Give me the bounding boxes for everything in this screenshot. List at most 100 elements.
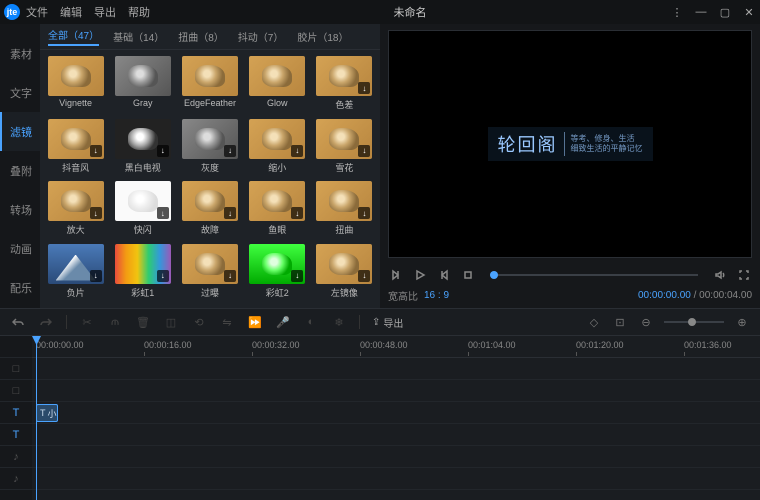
track-head-4[interactable]: ♪: [0, 446, 32, 468]
download-icon[interactable]: ↓: [90, 145, 102, 157]
close-button[interactable]: ✕: [742, 6, 756, 19]
track-head-1[interactable]: □: [0, 380, 32, 402]
libtab-扭曲[interactable]: 扭曲（8）: [178, 29, 224, 44]
track-head-2[interactable]: T: [0, 402, 32, 424]
download-icon[interactable]: ↓: [90, 270, 102, 282]
filter-放大[interactable]: ↓放大: [44, 181, 107, 240]
sidebar-tab-2[interactable]: 滤镜: [0, 112, 40, 151]
preview-screen[interactable]: 轮回阁 等考、修身、生活 细致生活的平静记忆: [388, 30, 752, 258]
download-icon[interactable]: ↓: [358, 82, 370, 94]
menu-帮助[interactable]: 帮助: [128, 4, 150, 20]
download-icon[interactable]: ↓: [224, 207, 236, 219]
download-icon[interactable]: ↓: [157, 145, 169, 157]
filter-Vignette[interactable]: Vignette: [44, 56, 107, 115]
zoom-slider[interactable]: [664, 321, 724, 323]
undo-button[interactable]: [10, 314, 26, 330]
track-5[interactable]: [32, 468, 760, 490]
filter-鱼眼[interactable]: ↓鱼眼: [246, 181, 309, 240]
delete-button[interactable]: 🗑: [135, 314, 151, 330]
track-3[interactable]: [32, 424, 760, 446]
filter-色差[interactable]: ↓色差: [313, 56, 376, 115]
menu-导出[interactable]: 导出: [94, 4, 116, 20]
download-icon[interactable]: ↓: [157, 207, 169, 219]
sidebar-tab-5[interactable]: 动画: [0, 230, 40, 269]
playback-slider[interactable]: [490, 274, 698, 276]
filter-黑白电视[interactable]: ↓黑白电视: [111, 119, 174, 178]
track-4[interactable]: [32, 446, 760, 468]
volume-icon[interactable]: [712, 267, 728, 283]
filter-雪花[interactable]: ↓雪花: [313, 119, 376, 178]
download-icon[interactable]: ↓: [291, 270, 303, 282]
opacity-button[interactable]: ◐: [303, 314, 319, 330]
download-icon[interactable]: ↓: [224, 145, 236, 157]
track-head-3[interactable]: T: [0, 424, 32, 446]
marker-button[interactable]: ◇: [586, 314, 602, 330]
libtab-全部[interactable]: 全部（47）: [48, 27, 99, 46]
playhead[interactable]: [36, 336, 37, 500]
filter-EdgeFeather[interactable]: EdgeFeather: [178, 56, 241, 115]
split-button[interactable]: ⫙: [107, 314, 123, 330]
download-icon[interactable]: ↓: [291, 145, 303, 157]
zoom-out-button[interactable]: ⊖: [638, 314, 654, 330]
filter-过曝[interactable]: ↓过曝: [178, 244, 241, 303]
sidebar-tab-6[interactable]: 配乐: [0, 269, 40, 308]
play-button[interactable]: [412, 267, 428, 283]
libtab-胶片[interactable]: 胶片（18）: [297, 29, 348, 44]
zoom-fit-button[interactable]: ⊕: [734, 314, 750, 330]
sidebar-tab-3[interactable]: 叠附: [0, 151, 40, 190]
download-icon[interactable]: ↓: [291, 207, 303, 219]
maximize-button[interactable]: ▢: [718, 6, 732, 19]
download-icon[interactable]: ↓: [224, 270, 236, 282]
filter-扭曲[interactable]: ↓扭曲: [313, 181, 376, 240]
stop-button[interactable]: [460, 267, 476, 283]
filter-彩虹2[interactable]: ↓彩虹2: [246, 244, 309, 303]
sidebar-tab-0[interactable]: 素材: [0, 34, 40, 73]
aspect-value[interactable]: 16 : 9: [424, 290, 449, 301]
sidebar-tab-1[interactable]: 文字: [0, 73, 40, 112]
filter-负片[interactable]: ↓负片: [44, 244, 107, 303]
text-clip[interactable]: T小: [36, 404, 58, 422]
timeline-body[interactable]: 00:00:00.0000:00:16.0000:00:32.0000:00:4…: [32, 336, 760, 500]
track-head-0[interactable]: □: [0, 358, 32, 380]
filter-灰度[interactable]: ↓灰度: [178, 119, 241, 178]
freeze-button[interactable]: ❄: [331, 314, 347, 330]
next-frame-button[interactable]: [436, 267, 452, 283]
voice-button[interactable]: 🎤: [275, 314, 291, 330]
libtab-基础[interactable]: 基础（14）: [113, 29, 164, 44]
filter-快闪[interactable]: ↓快闪: [111, 181, 174, 240]
snap-button[interactable]: ⊡: [612, 314, 628, 330]
track-0[interactable]: [32, 358, 760, 380]
speed-button[interactable]: ⏩: [247, 314, 263, 330]
redo-button[interactable]: [38, 314, 54, 330]
download-icon[interactable]: ↓: [157, 270, 169, 282]
download-icon[interactable]: ↓: [358, 145, 370, 157]
fullscreen-icon[interactable]: [736, 267, 752, 283]
sidebar-tab-4[interactable]: 转场: [0, 191, 40, 230]
track-2[interactable]: T小: [32, 402, 760, 424]
export-button[interactable]: ⇪ 导出: [372, 315, 403, 330]
track-1[interactable]: [32, 380, 760, 402]
crop-button[interactable]: ◫: [163, 314, 179, 330]
time-ruler[interactable]: 00:00:00.0000:00:16.0000:00:32.0000:00:4…: [32, 336, 760, 358]
filter-抖音风[interactable]: ↓抖音风: [44, 119, 107, 178]
filter-Gray[interactable]: Gray: [111, 56, 174, 115]
cut-button[interactable]: ✂: [79, 314, 95, 330]
menu-编辑[interactable]: 编辑: [60, 4, 82, 20]
menu-文件[interactable]: 文件: [26, 4, 48, 20]
filter-Glow[interactable]: Glow: [246, 56, 309, 115]
filter-label: 缩小: [268, 161, 286, 174]
mirror-button[interactable]: ⇋: [219, 314, 235, 330]
filter-故障[interactable]: ↓故障: [178, 181, 241, 240]
prev-frame-button[interactable]: [388, 267, 404, 283]
rotate-button[interactable]: ⟲: [191, 314, 207, 330]
libtab-抖动[interactable]: 抖动（7）: [238, 29, 284, 44]
filter-彩虹1[interactable]: ↓彩虹1: [111, 244, 174, 303]
download-icon[interactable]: ↓: [358, 270, 370, 282]
minimize-button[interactable]: —: [694, 6, 708, 18]
filter-左镜像[interactable]: ↓左镜像: [313, 244, 376, 303]
download-icon[interactable]: ↓: [90, 207, 102, 219]
track-head-5[interactable]: ♪: [0, 468, 32, 490]
download-icon[interactable]: ↓: [358, 207, 370, 219]
more-icon[interactable]: ⋮: [670, 6, 684, 19]
filter-缩小[interactable]: ↓ 缩小: [246, 119, 309, 178]
